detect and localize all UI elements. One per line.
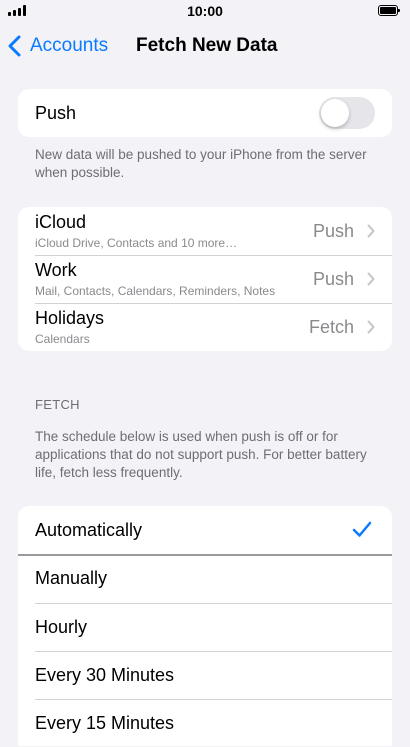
account-fetch-mode: Push <box>312 269 354 289</box>
push-note: New data will be pushed to your iPhone f… <box>35 147 367 180</box>
fetch-option-label: Every 15 Minutes <box>35 713 175 733</box>
navigation-bar: Accounts Fetch New Data <box>0 28 410 64</box>
fetch-option-every-15-minutes[interactable]: Every 15 Minutes <box>18 699 392 747</box>
push-row: Push <box>18 89 392 137</box>
fetch-options-group: Automatically Manually Hourly Every 30 M… <box>18 506 392 746</box>
fetch-option-label: Hourly <box>35 617 88 637</box>
account-detail: Mail, Contacts, Calendars, Reminders, No… <box>35 284 276 298</box>
chevron-right-icon <box>367 224 375 238</box>
account-name: Holidays <box>35 308 105 328</box>
account-row-holidays[interactable]: Holidays Calendars Fetch <box>18 303 392 351</box>
fetch-option-label: Automatically <box>35 520 143 540</box>
account-fetch-mode: Push <box>312 221 354 241</box>
account-detail: iCloud Drive, Contacts and 10 more… <box>35 236 238 250</box>
account-row-work[interactable]: Work Mail, Contacts, Calendars, Reminder… <box>18 255 392 303</box>
account-detail: Calendars <box>35 332 90 346</box>
push-group: Push <box>18 89 392 137</box>
fetch-option-label: Manually <box>35 568 108 588</box>
account-name: Work <box>35 260 77 280</box>
chevron-left-icon <box>8 35 21 57</box>
back-button[interactable]: Accounts <box>8 28 108 64</box>
fetch-option-every-30-minutes[interactable]: Every 30 Minutes <box>18 651 392 699</box>
fetch-option-hourly[interactable]: Hourly <box>18 603 392 651</box>
back-button-label: Accounts <box>30 35 109 56</box>
account-fetch-mode: Fetch <box>308 317 354 337</box>
page-title: Fetch New Data <box>136 35 278 56</box>
chevron-right-icon <box>367 320 375 334</box>
fetch-section-header: FETCH <box>35 397 80 412</box>
checkmark-icon <box>352 521 372 537</box>
fetch-option-label: Every 30 Minutes <box>35 665 175 685</box>
account-row-icloud[interactable]: iCloud iCloud Drive, Contacts and 10 mor… <box>18 207 392 255</box>
push-label: Push <box>35 103 77 123</box>
fetch-option-automatically[interactable]: Automatically <box>18 506 392 554</box>
chevron-right-icon <box>367 272 375 286</box>
push-toggle[interactable] <box>319 97 375 129</box>
accounts-group: iCloud iCloud Drive, Contacts and 10 mor… <box>18 207 392 351</box>
fetch-note: The schedule below is used when push is … <box>35 429 367 480</box>
fetch-option-manually[interactable]: Manually <box>18 554 392 602</box>
status-time: 10:00 <box>187 3 223 19</box>
battery-icon <box>378 5 400 16</box>
status-bar: 10:00 <box>0 0 410 22</box>
toggle-knob <box>321 99 349 127</box>
account-name: iCloud <box>35 212 87 232</box>
